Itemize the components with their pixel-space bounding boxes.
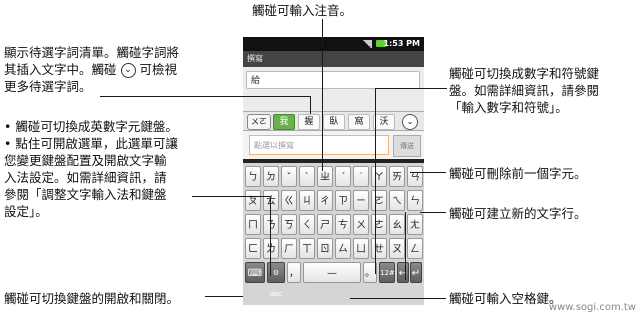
zhuyin-key[interactable]: ㄢ — [407, 166, 423, 187]
enter-key[interactable]: ↵ — [410, 262, 422, 283]
annotation-text: 設定」。 — [4, 204, 48, 219]
annotation-text: 可檢視 — [139, 62, 177, 77]
zhuyin-key[interactable]: ˇ — [281, 166, 297, 187]
zhuyin-key[interactable]: ㄜ — [371, 214, 387, 235]
chevron-down-icon: ⌄ — [406, 117, 414, 126]
zhuyin-key[interactable]: ㄟ — [389, 190, 405, 211]
zhuyin-key[interactable]: ㄛ — [371, 190, 387, 211]
zhuyin-key[interactable]: ㄌ — [263, 238, 279, 259]
candidate-word[interactable]: 我 — [273, 114, 295, 130]
zhuyin-key[interactable]: ㄧ — [353, 190, 369, 211]
zhuyin-key[interactable]: ㄖ — [317, 238, 333, 259]
zhuyin-key[interactable]: ㄇ — [245, 214, 261, 235]
annotation-delete-key: 觸碰可刪除前一個字元。 — [449, 166, 587, 181]
app-title: 撰寫 — [243, 51, 424, 67]
candidate-bar: ㄨㄛ 我 握 臥 窩 沃 ⌄ — [243, 111, 424, 131]
annotation-zhuyin: 觸碰可輸入注音。 — [252, 3, 353, 18]
delete-key[interactable]: ← — [397, 262, 409, 283]
zhuyin-key[interactable]: ㄍ — [281, 190, 297, 211]
candidate-word[interactable]: 沃 — [373, 114, 395, 130]
annotation-text: 觸碰可切換成數字和符號鍵 — [449, 66, 600, 81]
zhuyin-key[interactable]: ㄈ — [245, 238, 261, 259]
zhuyin-key[interactable]: ㄙ — [335, 238, 351, 259]
candidate-word[interactable]: 窩 — [348, 114, 370, 130]
zhuyin-key[interactable]: ˋ — [299, 166, 315, 187]
comma-key[interactable]: ， — [287, 262, 301, 283]
zhuyin-key[interactable]: ㄑ — [299, 214, 315, 235]
annotation-space-key: 觸碰可輸入空格鍵。 — [449, 291, 562, 306]
callout-line — [270, 196, 271, 276]
callout-line — [375, 88, 376, 274]
candidate-phonetic[interactable]: ㄨㄛ — [247, 114, 271, 130]
status-bar: 1:53 PM — [243, 37, 424, 51]
annotation-text: • 點住可開啟選單，此選單可讓 — [4, 136, 178, 151]
annotation-text: 盤。如需詳細資訊，請參閱 — [449, 83, 600, 98]
zhuyin-key[interactable]: ㄊ — [263, 190, 279, 211]
watermark: www.sogi.com.tw — [548, 302, 636, 313]
callout-line — [350, 298, 446, 299]
annotation-candidate-list: 顯示待選字詞清單。觸碰字詞將 其插入文字中。觸碰 ⌄ 可檢視 更多待選字詞。 — [4, 44, 179, 95]
annotation-text: 顯示待選字詞清單。觸碰字詞將 — [4, 45, 180, 60]
zhuyin-key[interactable]: ˙ — [353, 166, 369, 187]
zhuyin-key[interactable]: ㄩ — [353, 238, 369, 259]
status-time: 1:53 PM — [383, 39, 420, 48]
callout-line — [322, 19, 323, 171]
zhuyin-key[interactable]: ㄘ — [335, 214, 351, 235]
zhuyin-key[interactable]: ㄤ — [407, 214, 423, 235]
zhuyin-key[interactable]: ㄨ — [353, 214, 369, 235]
zhuyin-key[interactable]: ㄆ — [245, 190, 261, 211]
keyboard-toggle-key[interactable]: ⌨ — [245, 262, 265, 283]
zhuyin-key[interactable]: ㄝ — [371, 238, 387, 259]
zhuyin-key[interactable]: ㄅ — [245, 166, 261, 187]
zhuyin-key[interactable]: ㄏ — [281, 238, 297, 259]
zhuyin-key[interactable]: ㄉ — [263, 166, 279, 187]
zhuyin-key[interactable]: ㄐ — [299, 190, 315, 211]
compose-area: 給 — [243, 67, 424, 111]
zhuyin-key[interactable]: ㄒ — [299, 238, 315, 259]
annotation-keyboard-toggle: 觸碰可切換鍵盤的開啟和關閉。 — [4, 291, 180, 306]
callout-line — [410, 172, 446, 173]
signal-icon — [362, 40, 372, 48]
annotation-enter-key: 觸碰可建立新的文字行。 — [449, 206, 587, 221]
zhuyin-key[interactable]: ˊ — [335, 166, 351, 187]
space-key[interactable]: — — [303, 262, 361, 283]
recipient-field[interactable]: 給 — [246, 71, 420, 89]
number-symbol-key[interactable]: 12# — [379, 262, 395, 283]
zhuyin-key[interactable]: ㄚ — [371, 166, 387, 187]
callout-line — [205, 296, 243, 297]
callout-line — [405, 212, 406, 280]
callout-line — [375, 88, 447, 89]
candidate-word[interactable]: 握 — [298, 114, 320, 130]
zhuyin-key[interactable]: ㄔ — [317, 190, 333, 211]
annotation-number-key: 觸碰可切換成數字和符號鍵 盤。如需詳細資訊，請參閱 「輸入數字和符號」。 — [449, 65, 599, 116]
annotation-text: 「輸入數字和符號」。 — [449, 100, 568, 115]
zhuyin-key[interactable]: ㄣ — [407, 190, 423, 211]
zhuyin-key[interactable]: ㄥ — [407, 238, 423, 259]
more-candidates-button[interactable]: ⌄ — [402, 114, 418, 130]
zhuyin-key[interactable]: ㄞ — [389, 166, 405, 187]
zhuyin-key[interactable]: ㄕ — [317, 214, 333, 235]
callout-line — [310, 96, 311, 114]
callout-line — [100, 96, 310, 97]
callout-line — [420, 212, 446, 213]
annotation-text: 入法設定。如需詳細資訊，請 — [4, 170, 167, 185]
annotation-text: 參閱「調整文字輸入法和鍵盤 — [4, 187, 167, 202]
zhuyin-key[interactable]: ㄓ — [317, 166, 333, 187]
annotation-text: 其插入文字中。觸碰 — [4, 62, 117, 77]
annotation-text: 更多待選字詞。 — [4, 79, 92, 94]
zhuyin-key[interactable]: ㄗ — [335, 190, 351, 211]
zhuyin-key[interactable]: ㄎ — [281, 214, 297, 235]
chevron-down-icon: ⌄ — [120, 63, 136, 78]
annotation-text: • 觸碰可切換成英數字元鍵盤。 — [4, 119, 178, 134]
zhuyin-key[interactable]: ㄠ — [389, 214, 405, 235]
annotation-text: 您變更鍵盤配置及開啟文字輸 — [4, 153, 167, 168]
message-input[interactable]: 點選以撰寫 — [249, 135, 389, 155]
candidate-word[interactable]: 臥 — [323, 114, 345, 130]
message-compose-bar: 點選以撰寫 傳送 — [243, 131, 424, 159]
annotation-settings-key: • 觸碰可切換成英數字元鍵盤。 • 點住可開啟選單，此選單可讓 您變更鍵盤配置及… — [4, 118, 178, 220]
callout-line — [192, 196, 270, 197]
zhuyin-key[interactable]: ㄋ — [263, 214, 279, 235]
send-button[interactable]: 傳送 — [393, 135, 421, 157]
zhuyin-key[interactable]: ㄡ — [389, 238, 405, 259]
